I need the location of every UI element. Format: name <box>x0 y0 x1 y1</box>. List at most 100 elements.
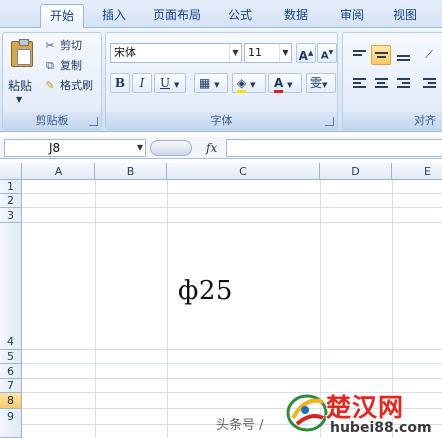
align-center-button[interactable] <box>371 73 391 93</box>
italic-button[interactable]: I <box>132 73 152 93</box>
watermark-brand-en: hubei88.com <box>330 420 432 436</box>
insert-function-area: fx <box>150 139 224 157</box>
watermark-brand-cn: 楚汉网 <box>326 393 405 422</box>
format-painter-label: 格式刷 <box>60 79 93 92</box>
gridline <box>95 180 96 438</box>
underline-button[interactable]: U ▼ <box>154 73 186 93</box>
indent-button[interactable] <box>419 73 439 93</box>
column-header-a[interactable]: A <box>23 163 95 180</box>
paint-bucket-icon: ◈ <box>237 76 247 93</box>
grow-font-icon: A <box>298 49 308 63</box>
phonetic-icon: 雯 <box>310 76 323 90</box>
watermark-logo-icon <box>286 394 328 432</box>
copy-button[interactable]: ⧉ 复制 <box>43 57 82 75</box>
tab-view[interactable]: 视图 <box>382 4 428 28</box>
font-group: 宋体 ▼ 11 ▼ A▲ A▼ B I U ▼ ▦ ▼ ◈ ▼ A ▼ 雯▼ 字… <box>105 32 338 130</box>
column-header-b[interactable]: B <box>95 163 167 180</box>
align-left-button[interactable] <box>349 73 369 93</box>
chevron-down-icon: ▼ <box>229 44 241 62</box>
text-angle-icon: ⟋ <box>425 48 433 61</box>
font-size-value: 11 <box>248 46 262 59</box>
font-name-value: 宋体 <box>114 46 136 59</box>
shrink-font-button[interactable]: A▼ <box>317 43 337 63</box>
align-top-button[interactable] <box>349 45 369 65</box>
clipboard-dialog-launcher[interactable] <box>89 117 98 126</box>
gridline <box>22 378 442 379</box>
font-color-button[interactable]: A ▼ <box>268 73 302 93</box>
ribbon-tab-bar: 开始 插入 页面布局 公式 数据 审阅 视图 <box>0 0 442 29</box>
phonetic-guide-button[interactable]: 雯▼ <box>306 73 336 93</box>
watermark-source-text: 头条号 / <box>216 418 264 433</box>
align-center-icon <box>375 78 388 90</box>
tab-formulas[interactable]: 公式 <box>216 4 264 28</box>
tab-home[interactable]: 开始 <box>40 4 84 29</box>
chevron-down-icon: ▼ <box>16 95 23 104</box>
gridline <box>167 180 168 438</box>
chevron-down-icon: ▼ <box>322 81 328 89</box>
gridline <box>22 207 442 208</box>
tab-data[interactable]: 数据 <box>272 4 320 28</box>
row-header-7[interactable]: 7 <box>0 379 22 393</box>
underline-icon: U <box>160 76 171 90</box>
paste-paper-icon <box>17 49 31 65</box>
column-header-c[interactable]: C <box>167 163 320 180</box>
grow-font-button[interactable]: A▲ <box>296 43 316 63</box>
formula-bar: J8 ▼ fx <box>0 137 442 159</box>
gridline <box>22 222 442 223</box>
format-painter-button[interactable]: ✎ 格式刷 <box>43 77 93 95</box>
gridline <box>22 193 442 194</box>
bold-button[interactable]: B <box>110 73 130 93</box>
tab-review[interactable]: 审阅 <box>328 4 376 28</box>
borders-button[interactable]: ▦ ▼ <box>194 73 228 93</box>
chevron-down-icon: ▼ <box>287 81 293 89</box>
column-header-d[interactable]: D <box>320 163 392 180</box>
formula-bar-resize-handle[interactable] <box>150 140 192 156</box>
cell-c4-content[interactable]: ф25 <box>178 276 233 306</box>
name-box[interactable]: J8 ▼ <box>4 139 146 157</box>
copy-label: 复制 <box>60 59 82 72</box>
row-header-6[interactable]: 6 <box>0 364 22 379</box>
row-header-4[interactable]: 4 <box>0 223 22 350</box>
font-group-label: 字体 <box>106 112 337 129</box>
row-header-9[interactable]: 9 <box>0 409 22 438</box>
align-middle-button[interactable] <box>371 45 391 65</box>
shrink-font-icon: A <box>320 50 329 62</box>
paintbrush-icon: ✎ <box>45 79 55 92</box>
fill-color-button[interactable]: ◈ ▼ <box>232 73 266 93</box>
align-top-icon <box>353 50 366 58</box>
scissors-icon: ✂ <box>45 39 55 52</box>
chevron-down-icon: ▼ <box>279 44 291 62</box>
font-dialog-launcher[interactable] <box>325 117 334 126</box>
alignment-group: ⟋ 对齐 <box>342 32 442 130</box>
font-size-select[interactable]: 11 ▼ <box>244 43 292 63</box>
clipboard-group: 粘贴 ▼ ✂ 剪切 ⧉ 复制 ✎ 格式刷 剪贴板 <box>2 32 102 130</box>
column-header-e[interactable]: E <box>392 163 442 180</box>
row-header-2[interactable]: 2 <box>0 194 22 208</box>
gridline <box>22 363 442 364</box>
select-all-corner[interactable] <box>0 163 22 180</box>
cut-label: 剪切 <box>60 39 82 52</box>
row-header-5[interactable]: 5 <box>0 350 22 364</box>
align-bottom-icon <box>397 55 410 63</box>
row-header-8[interactable]: 8 <box>0 393 22 409</box>
chevron-down-icon: ▼ <box>250 81 256 89</box>
insert-function-button[interactable]: fx <box>206 139 217 157</box>
cut-button[interactable]: ✂ 剪切 <box>43 37 82 55</box>
column-headers: A B C D E <box>0 163 442 180</box>
font-name-select[interactable]: 宋体 ▼ <box>110 43 242 63</box>
alignment-group-label: 对齐 <box>343 112 442 129</box>
border-grid-icon: ▦ <box>199 76 211 90</box>
align-middle-icon <box>375 52 388 60</box>
align-bottom-button[interactable] <box>393 45 413 65</box>
tab-insert[interactable]: 插入 <box>90 4 138 28</box>
align-right-button[interactable] <box>393 73 413 93</box>
tab-page-layout[interactable]: 页面布局 <box>144 4 210 28</box>
indent-icon <box>423 78 436 90</box>
chevron-down-icon: ▼ <box>136 143 143 152</box>
row-header-3[interactable]: 3 <box>0 208 22 223</box>
orientation-button[interactable]: ⟋ <box>419 45 439 65</box>
row-header-1[interactable]: 1 <box>0 180 22 194</box>
formula-input[interactable] <box>226 139 442 157</box>
gridline <box>22 349 442 350</box>
paste-button[interactable]: 粘贴 ▼ <box>5 37 35 107</box>
